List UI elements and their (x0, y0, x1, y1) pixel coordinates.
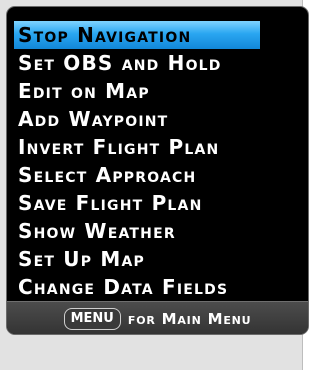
menu-item-set-up-map[interactable]: Set Up Map (14, 245, 260, 273)
menu-item-save-flight-plan[interactable]: Save Flight Plan (14, 189, 260, 217)
menu-item-show-weather[interactable]: Show Weather (14, 217, 260, 245)
footer-hint-text: for Main Menu (127, 309, 252, 328)
menu-item-add-waypoint[interactable]: Add Waypoint (14, 105, 260, 133)
options-menu-list: Stop Navigation Set OBS and Hold Edit on… (14, 21, 260, 301)
menu-key-button[interactable]: MENU (63, 307, 121, 330)
menu-item-invert-flight-plan[interactable]: Invert Flight Plan (14, 133, 260, 161)
menu-item-set-obs-and-hold[interactable]: Set OBS and Hold (14, 49, 260, 77)
device-bezel: Stop Navigation Set OBS and Hold Edit on… (0, 0, 309, 370)
menu-item-select-approach[interactable]: Select Approach (14, 161, 260, 189)
menu-footer-hint: MENU for Main Menu (7, 301, 308, 334)
options-menu-screen: Stop Navigation Set OBS and Hold Edit on… (6, 6, 309, 335)
menu-item-stop-navigation[interactable]: Stop Navigation (14, 21, 260, 49)
menu-item-change-data-fields[interactable]: Change Data Fields (14, 273, 260, 301)
menu-item-edit-on-map[interactable]: Edit on Map (14, 77, 260, 105)
